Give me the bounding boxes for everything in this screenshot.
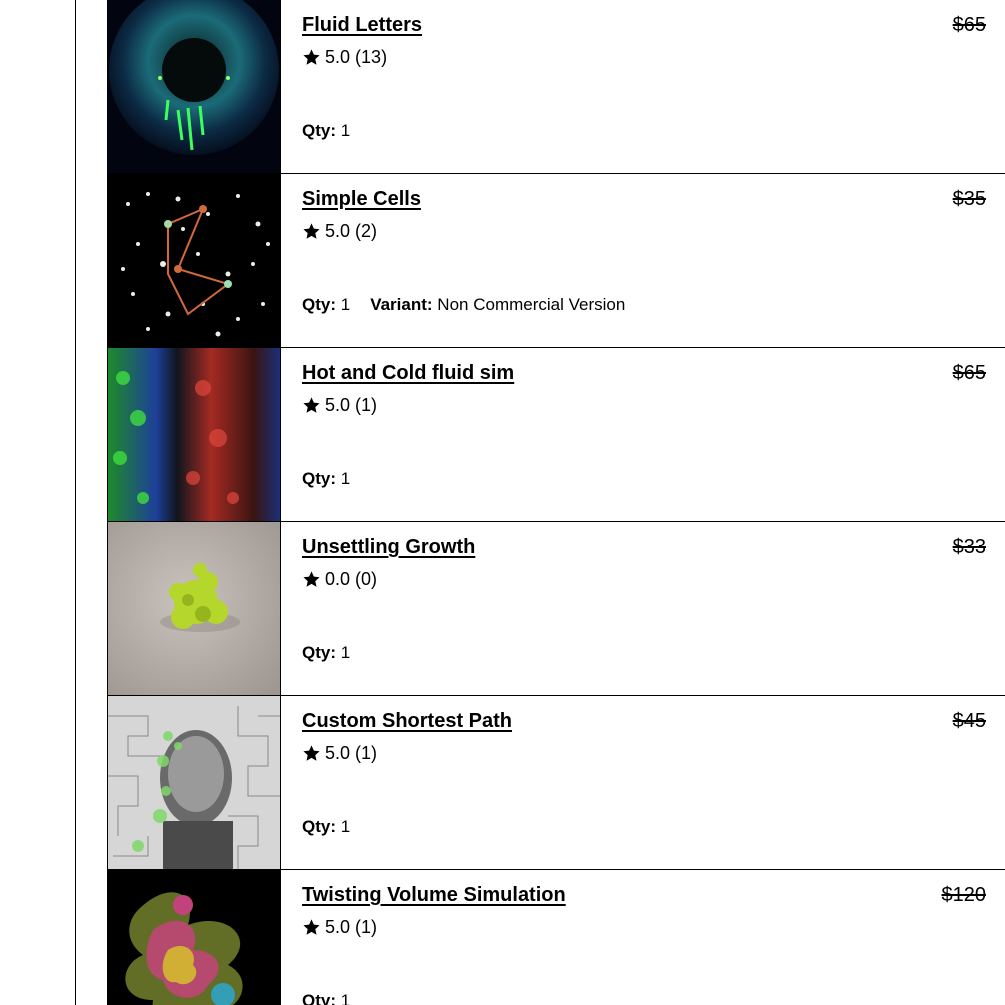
item-meta: Qty: 1 [302,643,350,663]
product-rating: 5.0 (1) [302,395,377,416]
qty-field: Qty: 1 [302,469,350,489]
variant-value: Non Commercial Version [437,295,626,314]
star-icon [303,571,320,587]
qty-field: Qty: 1 [302,991,350,1005]
variant-label: Variant: [370,295,433,314]
rating-value: 5.0 [325,395,351,415]
left-divider [75,0,76,1005]
product-rating: 5.0 (2) [302,221,377,242]
qty-value: 1 [340,817,351,836]
qty-value: 1 [340,121,351,140]
qty-value: 1 [340,295,351,314]
item-meta: Qty: 1 [302,817,350,837]
cart-item: Hot and Cold fluid sim 5.0 (1) $65 Qty: … [107,348,1005,522]
item-info: Twisting Volume Simulation 5.0 (1) $120 … [281,870,1005,1005]
qty-label: Qty: [302,991,336,1005]
review-count: (1) [355,743,378,763]
product-price: $65 [952,14,986,36]
product-price: $33 [952,536,986,558]
variant-field: Variant: Non Commercial Version [370,295,625,315]
star-icon [303,919,320,935]
product-rating: 5.0 (13) [302,47,387,68]
cart-item: Fluid Letters 5.0 (13) $65 Qty: 1 [107,0,1005,174]
rating-value: 0.0 [325,569,351,589]
star-icon [303,745,320,761]
qty-label: Qty: [302,121,336,140]
product-rating: 5.0 (1) [302,743,377,764]
item-info: Unsettling Growth 0.0 (0) $33 Qty: 1 [281,522,1005,695]
item-meta: Qty: 1 [302,991,350,1005]
rating-value: 5.0 [325,743,351,763]
review-count: (1) [355,395,378,415]
qty-value: 1 [340,469,351,488]
product-thumbnail[interactable] [108,522,281,695]
qty-field: Qty: 1 [302,817,350,837]
item-meta: Qty: 1 [302,469,350,489]
item-info: Custom Shortest Path 5.0 (1) $45 Qty: 1 [281,696,1005,869]
product-price: $65 [952,362,986,384]
qty-value: 1 [340,643,351,662]
qty-field: Qty: 1 [302,295,350,315]
item-info: Hot and Cold fluid sim 5.0 (1) $65 Qty: … [281,348,1005,521]
product-price: $45 [952,710,986,732]
product-title-link[interactable]: Fluid Letters [302,14,422,37]
star-icon [303,223,320,239]
cart-page: Fluid Letters 5.0 (13) $65 Qty: 1 Simple… [0,0,1005,1005]
review-count: (2) [355,221,378,241]
qty-label: Qty: [302,469,336,488]
cart-item: Twisting Volume Simulation 5.0 (1) $120 … [107,870,1005,1005]
rating-value: 5.0 [325,221,351,241]
review-count: (13) [355,47,388,67]
item-info: Simple Cells 5.0 (2) $35 Qty: 1 Variant:… [281,174,1005,347]
product-title-link[interactable]: Unsettling Growth [302,536,475,559]
rating-value: 5.0 [325,917,351,937]
star-icon [303,397,320,413]
item-info: Fluid Letters 5.0 (13) $65 Qty: 1 [281,0,1005,173]
qty-field: Qty: 1 [302,643,350,663]
product-thumbnail[interactable] [108,0,281,173]
product-rating: 0.0 (0) [302,569,377,590]
product-title-link[interactable]: Custom Shortest Path [302,710,512,733]
item-meta: Qty: 1 Variant: Non Commercial Version [302,295,625,315]
item-meta: Qty: 1 [302,121,350,141]
qty-label: Qty: [302,817,336,836]
review-count: (1) [355,917,378,937]
product-rating: 5.0 (1) [302,917,377,938]
product-title-link[interactable]: Simple Cells [302,188,421,211]
cart-item: Custom Shortest Path 5.0 (1) $45 Qty: 1 [107,696,1005,870]
rating-value: 5.0 [325,47,351,67]
qty-label: Qty: [302,643,336,662]
product-thumbnail[interactable] [108,174,281,347]
product-thumbnail[interactable] [108,870,281,1005]
qty-label: Qty: [302,295,336,314]
qty-field: Qty: 1 [302,121,350,141]
product-thumbnail[interactable] [108,696,281,869]
product-thumbnail[interactable] [108,348,281,521]
product-title-link[interactable]: Hot and Cold fluid sim [302,362,514,385]
star-icon [303,49,320,65]
review-count: (0) [355,569,378,589]
cart-item: Unsettling Growth 0.0 (0) $33 Qty: 1 [107,522,1005,696]
qty-value: 1 [340,991,351,1005]
cart-item-list: Fluid Letters 5.0 (13) $65 Qty: 1 Simple… [107,0,1005,1005]
product-title-link[interactable]: Twisting Volume Simulation [302,884,566,907]
product-price: $35 [952,188,986,210]
product-price: $120 [941,884,987,906]
cart-item: Simple Cells 5.0 (2) $35 Qty: 1 Variant:… [107,174,1005,348]
